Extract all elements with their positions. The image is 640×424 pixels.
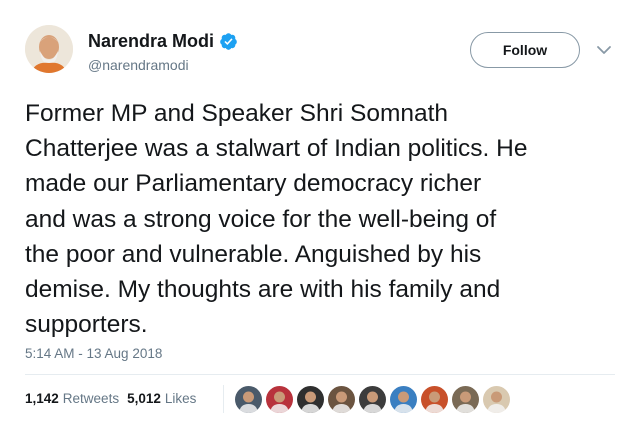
liker-avatars [235,386,510,413]
tweet-text-line: demise. My thoughts are with his family … [25,276,501,304]
liker-avatar[interactable] [235,386,262,413]
author-handle[interactable]: @narendramodi [88,57,189,73]
author-name-row[interactable]: Narendra Modi [88,29,238,53]
tweet-text: Former MP and Speaker Shri Somnath Chatt… [25,96,625,342]
tweet-stats: 1,142 Retweets 5,012 Likes [25,391,196,406]
likes-label: Likes [164,391,197,406]
tweet-text-line: the poor and vulnerable. Anguished by hi… [25,240,482,268]
tweet-timestamp[interactable]: 5:14 AM - 13 Aug 2018 [25,346,162,361]
follow-button[interactable]: Follow [470,32,580,68]
tweet-text-line: and was a strong voice for the well-bein… [25,205,497,233]
liker-avatar[interactable] [390,386,417,413]
likes-stat[interactable]: 5,012 Likes [127,391,196,406]
liker-avatar[interactable] [421,386,448,413]
liker-avatar[interactable] [297,386,324,413]
retweets-label: Retweets [62,391,120,406]
author-avatar[interactable] [25,25,73,73]
profile-photo [25,25,73,73]
retweets-count: 1,142 [25,391,59,406]
verified-badge-icon [219,32,238,51]
chevron-down-icon[interactable] [595,43,613,57]
liker-avatar[interactable] [359,386,386,413]
liker-avatar[interactable] [483,386,510,413]
stats-divider [223,385,224,413]
liker-avatar[interactable] [452,386,479,413]
author-display-name[interactable]: Narendra Modi [88,31,214,52]
tweet-text-line: supporters. [25,311,148,339]
tweet-text-line: Chatterjee was a stalwart of Indian poli… [25,135,528,163]
tweet-text-line: made our Parliamentary democracy richer [25,170,482,198]
retweets-stat[interactable]: 1,142 Retweets [25,391,119,406]
liker-avatar[interactable] [328,386,355,413]
likes-count: 5,012 [127,391,161,406]
divider [25,374,615,375]
tweet-text-line: Former MP and Speaker Shri Somnath [25,100,449,127]
liker-avatar[interactable] [266,386,293,413]
